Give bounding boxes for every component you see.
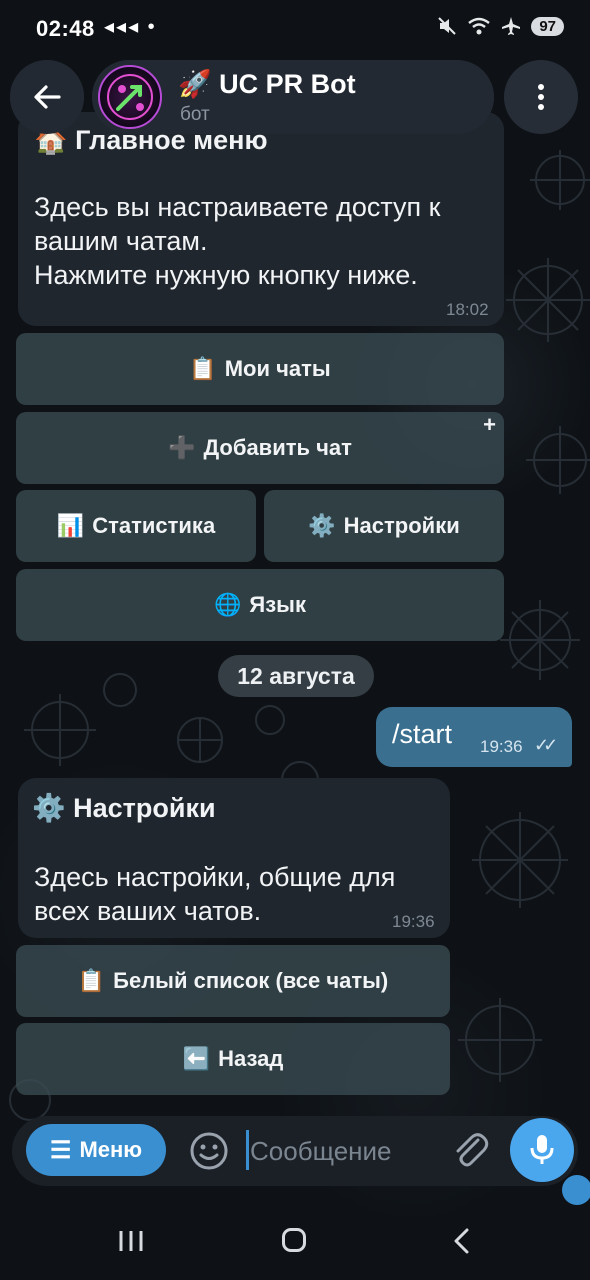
message-heading: 🏠 Главное меню (34, 125, 268, 155)
message-line: всех ваших чатов. (34, 896, 262, 926)
message-composer: ☰ Меню (12, 1116, 578, 1186)
message-heading: ⚙️ Настройки (32, 793, 216, 823)
message-line: Здесь настройки, общие для (34, 862, 396, 892)
button-label: Настройки (343, 513, 460, 538)
clipboard-icon: 📋 (189, 356, 217, 381)
inline-action-plus-icon: + (483, 412, 496, 437)
message-line: Здесь вы настраиваете доступ к (34, 192, 441, 222)
hamburger-icon: ☰ (49, 1136, 72, 1164)
clipboard-icon: 📋 (77, 968, 106, 993)
status-right-icons: 97 (437, 16, 564, 36)
arrow-left-icon (34, 85, 61, 109)
message-outgoing: /start 19:36 ✓✓ (376, 707, 572, 767)
message-main-menu: 🏠 Главное меню Здесь вы настраиваете дос… (18, 112, 504, 326)
kebab-menu-icon (538, 84, 544, 110)
message-settings: ⚙️ Настройки Здесь настройки, общие для … (18, 778, 450, 938)
message-time: 19:36 (392, 912, 435, 931)
mute-icon (438, 17, 457, 35)
voice-record-button[interactable] (510, 1118, 574, 1182)
system-back-icon[interactable] (452, 1228, 472, 1254)
status-time: 02:48 (36, 16, 95, 41)
notification-icons: ◂◂◂ • (104, 16, 157, 38)
status-bar: 02:48 ◂◂◂ • 97 (0, 0, 590, 58)
language-button[interactable]: 🌐 Язык (16, 569, 504, 641)
message-input[interactable] (248, 1128, 452, 1174)
message-line: Нажмите нужную кнопку ниже. (34, 260, 418, 290)
outgoing-time: 19:36 (480, 737, 523, 756)
attach-button[interactable] (448, 1128, 494, 1174)
system-nav-bar (0, 1200, 590, 1280)
emoji-button[interactable] (184, 1126, 234, 1176)
button-label: Назад (218, 1046, 284, 1071)
button-label: Статистика (92, 513, 216, 538)
add-chat-button[interactable]: ➕ Добавить чат + (16, 412, 504, 484)
message-line: вашим чатам. (34, 226, 208, 256)
menu-label: Меню (79, 1137, 143, 1162)
button-label: Белый список (все чаты) (113, 968, 389, 993)
settings-button[interactable]: ⚙️ Настройки (264, 490, 504, 562)
button-label: Мои чаты (224, 356, 331, 381)
chat-title: 🚀 UC PR Bot (178, 69, 356, 99)
back-keyboard-button[interactable]: ⬅️ Назад (16, 1023, 450, 1095)
my-chats-button[interactable]: 📋 Мои чаты (16, 333, 504, 405)
bar-chart-icon: 📊 (56, 513, 85, 538)
battery-indicator: 97 (531, 16, 564, 36)
globe-icon: 🌐 (214, 592, 242, 617)
paperclip-icon (456, 1133, 489, 1167)
more-options-button[interactable] (504, 60, 578, 134)
whitelist-button[interactable]: 📋 Белый список (все чаты) (16, 945, 450, 1017)
outgoing-text: /start (392, 719, 453, 749)
plus-icon: ➕ (168, 435, 196, 460)
message-time: 18:02 (446, 300, 489, 319)
statistics-button[interactable]: 📊 Статистика (16, 490, 256, 562)
button-label: Добавить чат (203, 435, 352, 460)
home-icon[interactable] (282, 1228, 306, 1252)
wifi-icon (468, 17, 491, 35)
double-check-icon: ✓✓ (534, 735, 558, 755)
button-label: Язык (249, 592, 306, 617)
recent-apps-icon[interactable] (118, 1230, 144, 1252)
microphone-icon (530, 1135, 554, 1164)
gear-icon: ⚙️ (308, 513, 336, 538)
smiley-icon (190, 1132, 228, 1170)
date-divider: 12 августа (218, 655, 374, 697)
left-arrow-icon: ⬅️ (182, 1046, 211, 1071)
back-button-overlay (10, 60, 84, 134)
airplane-icon (502, 17, 521, 35)
bot-menu-button[interactable]: ☰ Меню (26, 1124, 166, 1176)
